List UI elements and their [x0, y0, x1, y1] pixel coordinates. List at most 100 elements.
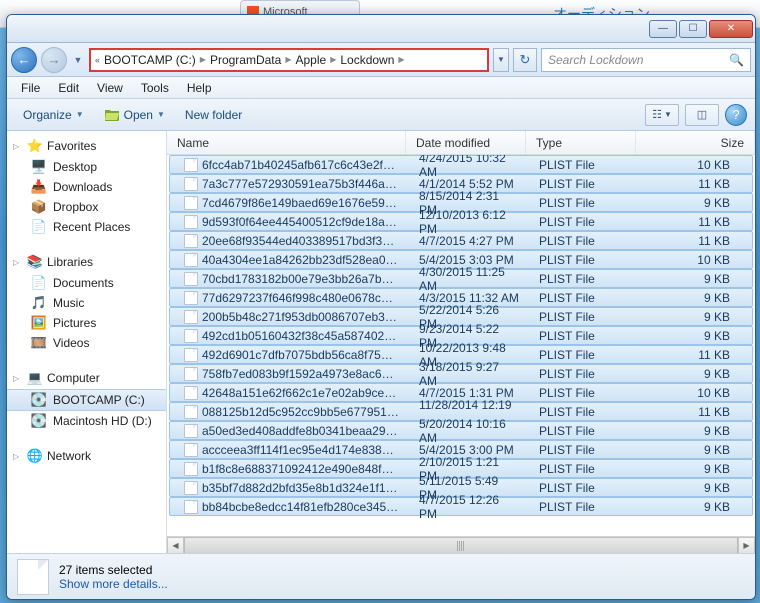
breadcrumb-seg-2[interactable]: Apple	[293, 53, 328, 67]
open-folder-icon	[104, 107, 120, 123]
chevron-down-icon: ▼	[157, 110, 165, 119]
chevron-down-icon: ▼	[664, 110, 672, 119]
file-type: PLIST File	[529, 424, 639, 438]
file-icon	[184, 272, 198, 286]
table-row[interactable]: 70cbd1783182b00e79e3bb26a7be5ba980...4/3…	[169, 269, 753, 288]
file-type: PLIST File	[529, 367, 639, 381]
refresh-icon: ↻	[520, 52, 531, 68]
breadcrumb-seg-1[interactable]: ProgramData	[208, 53, 283, 67]
sidebar-head-favorites[interactable]: ▷ ⭐ Favorites	[7, 135, 166, 157]
refresh-button[interactable]: ↻	[513, 48, 537, 72]
navigation-pane[interactable]: ▷ ⭐ Favorites 🖥️Desktop 📥Downloads 📦Drop…	[7, 131, 167, 553]
preview-pane-button[interactable]: ◫	[685, 104, 719, 126]
col-type[interactable]: Type	[526, 131, 636, 154]
sidebar-item-desktop[interactable]: 🖥️Desktop	[7, 157, 166, 177]
maximize-button[interactable]: ☐	[679, 20, 707, 38]
file-name: bb84bcbe8edcc14f81efb280ce34506d9b0...	[202, 500, 399, 514]
table-row[interactable]: a50ed3ed408addfe8b0341beaa29c9d17f1...5/…	[169, 421, 753, 440]
sidebar-head-libraries[interactable]: ▷ 📚 Libraries	[7, 251, 166, 273]
sidebar-item-videos[interactable]: 🎞️Videos	[7, 333, 166, 353]
col-name[interactable]: Name	[167, 131, 406, 154]
file-name: 77d6297237f646f998c480e0678c480d33c6...	[202, 291, 399, 305]
scroll-left-button[interactable]: ◀	[167, 537, 184, 553]
menu-view[interactable]: View	[89, 79, 131, 97]
file-pane: Name Date modified Type Size 6fcc4ab71b4…	[167, 131, 755, 553]
sidebar-item-documents[interactable]: 📄Documents	[7, 273, 166, 293]
open-button[interactable]: Open ▼	[96, 104, 173, 126]
drive-icon: 💽	[31, 392, 47, 408]
views-icon: ☷	[652, 108, 662, 121]
file-name: b35bf7d882d2bfd35e8b1d324e1f1a69643...	[202, 481, 399, 495]
file-thumb-icon	[17, 559, 49, 595]
file-type: PLIST File	[529, 253, 639, 267]
show-more-details-link[interactable]: Show more details...	[59, 577, 168, 591]
file-icon	[184, 500, 198, 514]
forward-button[interactable]: →	[41, 47, 67, 73]
close-button[interactable]: ✕	[709, 20, 753, 38]
file-size: 9 KB	[639, 329, 752, 343]
status-count: 27 items selected	[59, 563, 168, 577]
file-size: 9 KB	[639, 291, 752, 305]
sidebar-head-computer[interactable]: ▷ 💻 Computer	[7, 367, 166, 389]
file-type: PLIST File	[529, 215, 639, 229]
file-icon	[184, 348, 198, 362]
minimize-button[interactable]: —	[649, 20, 677, 38]
breadcrumb-seg-0[interactable]: BOOTCAMP (C:)	[102, 53, 198, 67]
search-icon: 🔍	[729, 53, 744, 67]
table-row[interactable]: 6fcc4ab71b40245afb617c6c43e2f2e19c75...4…	[169, 155, 753, 174]
network-label: Network	[47, 449, 91, 463]
sidebar-item-downloads[interactable]: 📥Downloads	[7, 177, 166, 197]
content-area: ▷ ⭐ Favorites 🖥️Desktop 📥Downloads 📦Drop…	[7, 131, 755, 553]
menu-file[interactable]: File	[13, 79, 48, 97]
search-input[interactable]: Search Lockdown 🔍	[541, 48, 751, 72]
address-dropdown[interactable]: ▼	[493, 48, 509, 72]
table-row[interactable]: 9d593f0f64ee445400512cf9de18a5f2abeec...…	[169, 212, 753, 231]
table-row[interactable]: bb84bcbe8edcc14f81efb280ce34506d9b0...4/…	[169, 497, 753, 516]
help-button[interactable]: ?	[725, 104, 747, 126]
menu-bar: File Edit View Tools Help	[7, 77, 755, 99]
scroll-right-button[interactable]: ▶	[738, 537, 755, 553]
sidebar-item-macintosh-hd[interactable]: 💽Macintosh HD (D:)	[7, 411, 166, 431]
sidebar-item-pictures[interactable]: 🖼️Pictures	[7, 313, 166, 333]
table-row[interactable]: 758fb7ed083b9f1592a4973e8ac67228d2e8...3…	[169, 364, 753, 383]
new-folder-button[interactable]: New folder	[177, 105, 250, 125]
help-icon: ?	[732, 107, 739, 122]
file-list[interactable]: 6fcc4ab71b40245afb617c6c43e2f2e19c75...4…	[167, 155, 755, 536]
nav-history-dropdown[interactable]: ▼	[71, 49, 85, 71]
file-date: 4/24/2015 10:32 AM	[409, 155, 529, 179]
scroll-thumb[interactable]	[184, 537, 738, 553]
file-type: PLIST File	[529, 462, 639, 476]
libraries-icon: 📚	[27, 254, 43, 270]
sidebar-item-dropbox[interactable]: 📦Dropbox	[7, 197, 166, 217]
back-button[interactable]: ←	[11, 47, 37, 73]
file-icon	[184, 215, 198, 229]
col-size[interactable]: Size	[636, 131, 755, 154]
file-name: 758fb7ed083b9f1592a4973e8ac67228d2e8...	[202, 367, 399, 381]
address-bar[interactable]: « BOOTCAMP (C:) ▶ ProgramData ▶ Apple ▶ …	[89, 48, 489, 72]
file-date: 4/30/2015 11:25 AM	[409, 265, 529, 293]
menu-help[interactable]: Help	[179, 79, 220, 97]
file-size: 9 KB	[639, 424, 752, 438]
sidebar-head-network[interactable]: ▷ 🌐 Network	[7, 445, 166, 467]
horizontal-scrollbar[interactable]: ◀ ▶	[167, 536, 755, 553]
views-button[interactable]: ☷▼	[645, 104, 679, 126]
collapse-icon: ▷	[13, 258, 23, 267]
breadcrumb-seg-3[interactable]: Lockdown	[338, 53, 396, 67]
file-icon	[184, 367, 198, 381]
sidebar-item-recent-places[interactable]: 📄Recent Places	[7, 217, 166, 237]
status-bar: 27 items selected Show more details...	[7, 553, 755, 599]
file-name: 492cd1b05160432f38c45a5874022e14341e...	[202, 329, 399, 343]
file-name: 7cd4679f86e149baed69e1676e5924fc8110...	[202, 196, 399, 210]
file-icon	[184, 386, 198, 400]
file-size: 9 KB	[639, 500, 752, 514]
file-size: 10 KB	[639, 386, 752, 400]
organize-button[interactable]: Organize ▼	[15, 105, 92, 125]
pictures-icon: 🖼️	[31, 315, 47, 331]
sidebar-item-music[interactable]: 🎵Music	[7, 293, 166, 313]
sidebar-item-bootcamp[interactable]: 💽BOOTCAMP (C:)	[7, 389, 166, 411]
menu-tools[interactable]: Tools	[133, 79, 177, 97]
table-row[interactable]: 20ee68f93544ed403389517bd3f31243d25b...4…	[169, 231, 753, 250]
chevron-right-icon: ▶	[200, 55, 206, 64]
col-date[interactable]: Date modified	[406, 131, 526, 154]
menu-edit[interactable]: Edit	[50, 79, 87, 97]
